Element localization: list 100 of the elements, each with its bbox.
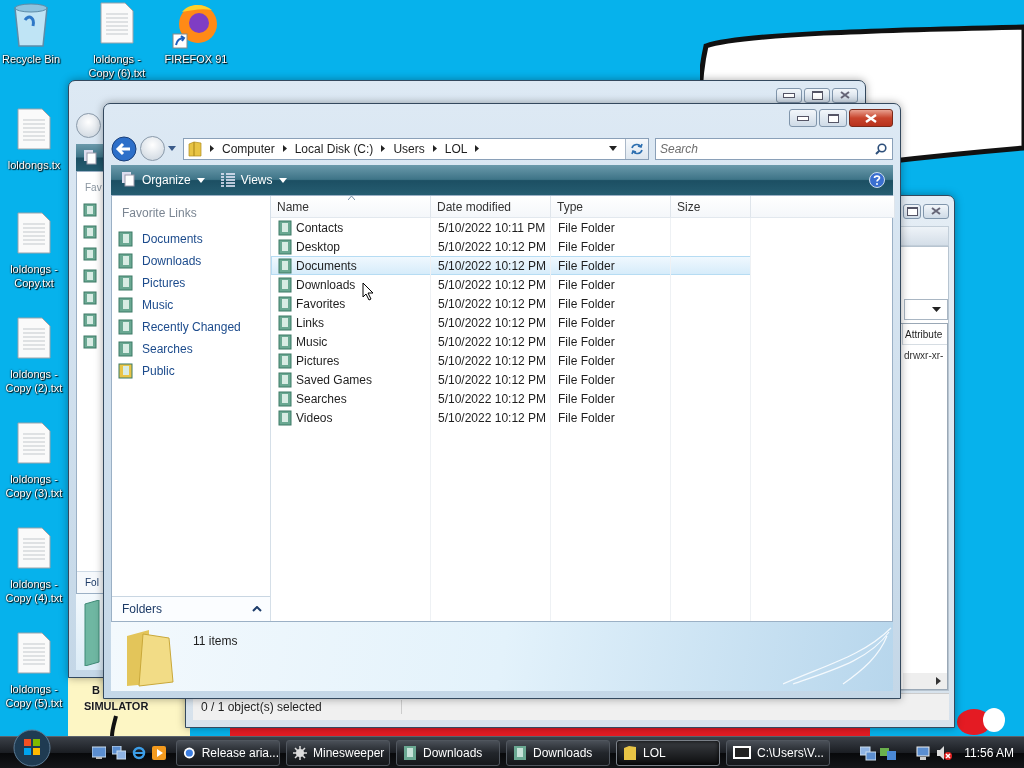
maximize-button[interactable] [804, 87, 830, 103]
maximize-button[interactable] [903, 203, 921, 219]
folder-icon[interactable] [83, 247, 97, 261]
folder-icon[interactable] [83, 291, 97, 305]
breadcrumb-arrow-icon[interactable] [432, 145, 437, 152]
taskbar-button[interactable]: Downloads [506, 739, 610, 766]
windows-icon[interactable] [112, 745, 126, 760]
recycle-bin-icon[interactable] [13, 2, 49, 48]
desktop-icon[interactable] [92, 745, 106, 760]
favorite-link[interactable]: Recently Changed [112, 316, 270, 338]
favorite-link[interactable]: Pictures [112, 272, 270, 294]
folder-icon [278, 371, 292, 388]
folder-icon[interactable] [83, 269, 97, 283]
folder-icon [118, 319, 134, 335]
caret-icon[interactable] [609, 146, 617, 151]
folder-icon[interactable] [83, 335, 97, 349]
breadcrumb-item[interactable]: LOL [444, 141, 468, 156]
file-name: Favorites [296, 296, 346, 311]
refresh-button[interactable] [625, 138, 648, 159]
favorite-link[interactable]: Searches [112, 338, 270, 360]
column-header[interactable]: Date modified [431, 196, 551, 217]
table-cell-text: File Folder [557, 315, 616, 330]
close-icon [840, 91, 850, 99]
search-field[interactable]: Search [655, 137, 893, 160]
search-icon[interactable] [875, 142, 887, 155]
file-row[interactable]: Pictures 5/10/2022 10:12 PM File Folder [271, 351, 751, 370]
browser-icon[interactable] [132, 745, 146, 760]
column-header[interactable]: Name [271, 196, 431, 217]
breadcrumb-item[interactable]: Computer [222, 141, 275, 156]
file-row[interactable]: Music 5/10/2022 10:12 PM File Folder [271, 332, 751, 351]
file-row[interactable]: Contacts 5/10/2022 10:11 PM File Folder [271, 218, 751, 237]
folder-icon[interactable] [83, 313, 97, 327]
folder-icon [278, 219, 292, 236]
file-row[interactable]: Videos 5/10/2022 10:12 PM File Folder [271, 408, 751, 427]
favorite-link[interactable]: Music [112, 294, 270, 316]
file-row[interactable]: Searches 5/10/2022 10:12 PM File Folder [271, 389, 751, 408]
file-row[interactable]: Desktop 5/10/2022 10:12 PM File Folder [271, 237, 751, 256]
table-cell-text: drwxr-xr- [903, 349, 945, 361]
close-button[interactable] [832, 87, 858, 103]
table-cell-text: 5/10/2022 10:12 PM [437, 391, 548, 406]
scroll-right-button[interactable] [903, 673, 947, 689]
favorite-link[interactable]: Documents [112, 228, 270, 250]
folder-icon [118, 231, 134, 247]
folder-icon[interactable] [83, 225, 97, 239]
column-header[interactable]: Type [551, 196, 671, 217]
desktop-icon-label[interactable]: SIMULATOR [84, 700, 149, 713]
breadcrumb-arrow-icon[interactable] [210, 145, 214, 152]
folder-icon [278, 390, 292, 407]
file-row[interactable]: Downloads 5/10/2022 10:12 PM File Folder [271, 275, 751, 294]
start-button[interactable] [12, 727, 52, 768]
breadcrumb-item[interactable]: Users [393, 141, 425, 156]
caret-icon [196, 177, 205, 183]
favorite-link[interactable]: Downloads [112, 250, 270, 272]
toolbar-button[interactable]: Organize [119, 172, 208, 188]
folders-bar[interactable]: Fol [77, 571, 104, 593]
table-cell-text: File Folder [557, 220, 616, 235]
taskbar-button[interactable]: Downloads [396, 739, 500, 766]
organize-icon[interactable] [84, 149, 98, 166]
file-name: Desktop [296, 239, 341, 254]
path-dropdown[interactable] [904, 299, 948, 320]
taskbar-button[interactable]: Release aria... [176, 739, 280, 766]
breadcrumb-item[interactable]: Local Disk (C:) [294, 141, 374, 156]
table-cell-text: 5/10/2022 10:12 PM [437, 258, 548, 273]
back-button[interactable] [111, 135, 137, 162]
column-header[interactable]: Size [671, 196, 751, 217]
file-row[interactable]: Links 5/10/2022 10:12 PM File Folder [271, 313, 751, 332]
mine-icon [293, 745, 307, 760]
folder-icon [278, 314, 292, 331]
folder-icon[interactable] [83, 203, 97, 217]
taskbar-button[interactable]: C:\Users\V... [726, 739, 830, 766]
clock[interactable]: 11:56 AM [964, 745, 1014, 760]
file-row[interactable]: Favorites 5/10/2022 10:12 PM File Folder [271, 294, 751, 313]
breadcrumb-arrow-icon[interactable] [282, 145, 287, 152]
close-button[interactable] [923, 203, 949, 219]
help-icon[interactable] [869, 172, 885, 188]
file-row[interactable]: Documents 5/10/2022 10:12 PM File Folder [271, 256, 751, 275]
file-row[interactable]: Saved Games 5/10/2022 10:12 PM File Folder [271, 370, 751, 389]
folders-bar[interactable]: Folders [112, 596, 270, 621]
favorite-link[interactable]: Public [112, 360, 270, 382]
media-player-icon[interactable] [152, 745, 166, 760]
breadcrumb-arrow-icon[interactable] [475, 145, 480, 152]
address-bar[interactable]: Computer Local Disk (C:) Users LOL [183, 137, 649, 160]
display-icon[interactable] [916, 744, 933, 761]
minimize-button[interactable] [776, 87, 802, 103]
desktop-icon-label[interactable]: B [92, 684, 100, 697]
taskbar-button[interactable]: Minesweeper [286, 739, 390, 766]
breadcrumb-arrow-icon[interactable] [381, 145, 386, 152]
column-header[interactable]: Attribute [902, 324, 947, 345]
volume-muted-icon[interactable] [936, 744, 953, 761]
history-caret-icon[interactable] [168, 146, 176, 151]
firefox-icon[interactable] [172, 2, 220, 50]
maximize-button[interactable] [819, 109, 847, 127]
table-cell-text: 5/10/2022 10:12 PM [437, 315, 548, 330]
table-cell-text: 5/10/2022 10:12 PM [437, 277, 548, 292]
close-button[interactable] [849, 109, 893, 127]
taskbar-button[interactable]: LOL [616, 739, 720, 766]
toolbar-button[interactable]: Views [217, 173, 290, 187]
minimize-button[interactable] [789, 109, 817, 127]
archive-icon [733, 746, 751, 759]
network-icon[interactable] [860, 744, 877, 761]
